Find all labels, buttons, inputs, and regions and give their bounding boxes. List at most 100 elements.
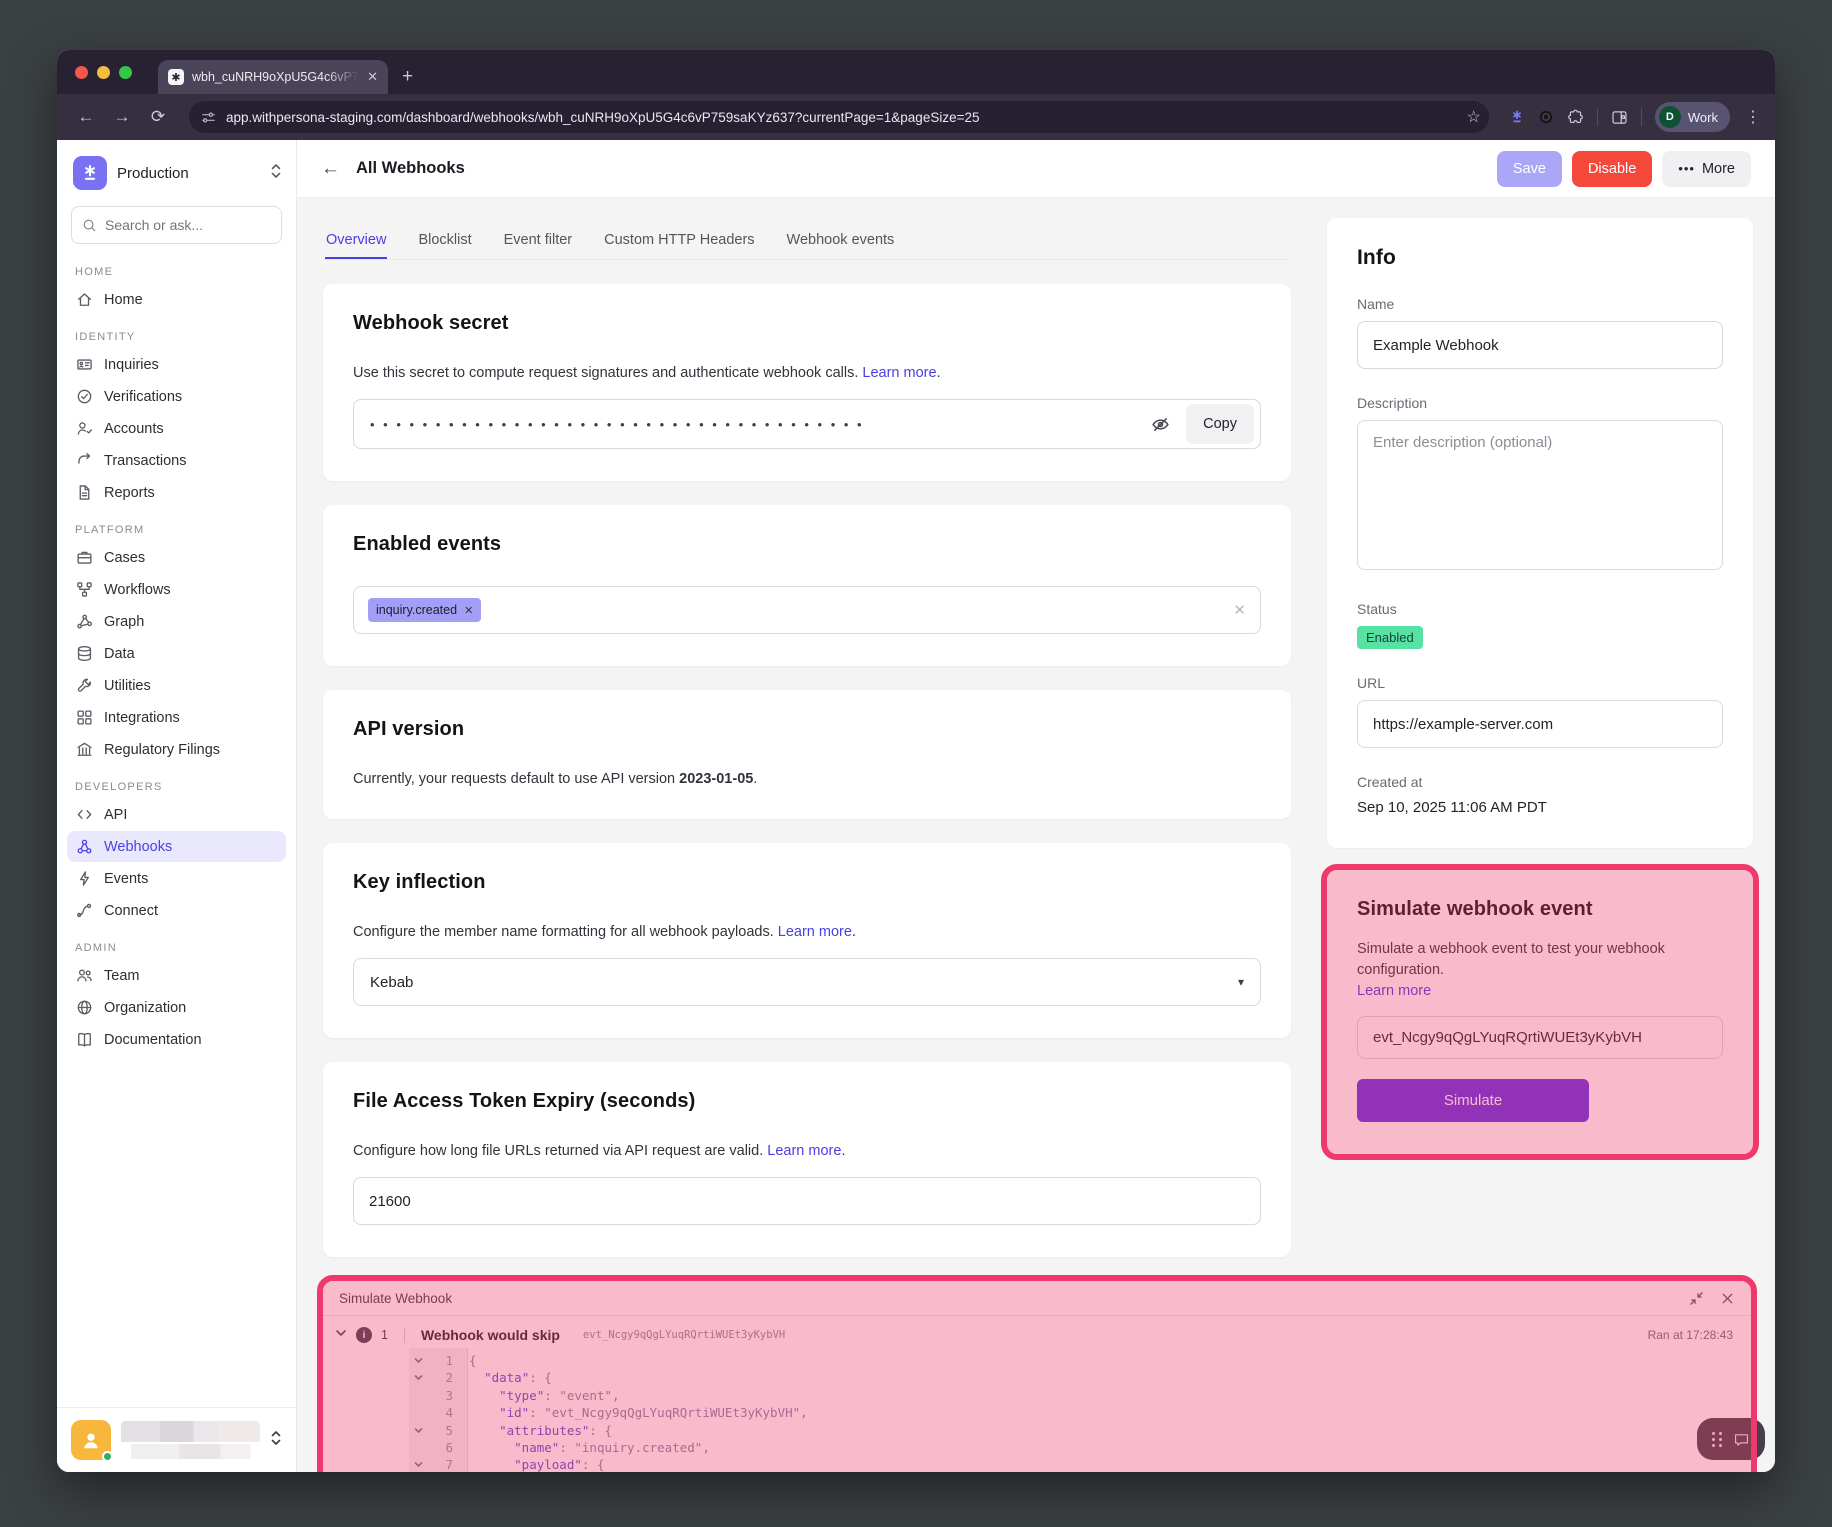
sidebar-item-verifications[interactable]: Verifications [67, 381, 286, 412]
fold-caret-icon[interactable] [409, 1352, 427, 1369]
disable-button[interactable]: Disable [1572, 151, 1652, 187]
code-text: "name": "inquiry.created", [453, 1439, 710, 1456]
simulate-button[interactable]: Simulate [1357, 1079, 1589, 1122]
tab-overview[interactable]: Overview [325, 226, 387, 259]
floating-widget[interactable] [1697, 1418, 1765, 1460]
forward-icon[interactable]: → [107, 102, 137, 132]
persona-extension-icon[interactable] [1509, 109, 1525, 125]
learn-more-link[interactable]: Learn more [778, 924, 852, 940]
eye-off-icon[interactable] [1147, 415, 1174, 434]
clear-events-icon[interactable]: ✕ [1233, 601, 1246, 619]
console-result-row[interactable]: i 1 Webhook would skip evt_Ncgy9qQgLYuqR… [323, 1316, 1751, 1346]
key-inflection-select[interactable]: Kebab ▾ [353, 958, 1261, 1006]
bookmark-star-icon[interactable]: ☆ [1467, 107, 1481, 127]
browser-menu-icon[interactable]: ⋮ [1745, 107, 1761, 127]
sidebar-item-label: Workflows [104, 582, 171, 598]
zoom-window-button[interactable] [119, 66, 132, 79]
sidebar-item-graph[interactable]: Graph [67, 606, 286, 637]
page-title: All Webhooks [356, 159, 1487, 178]
workspace-switcher[interactable]: Production [57, 140, 296, 200]
collapse-icon[interactable] [1689, 1291, 1704, 1306]
sidebar-item-inquiries[interactable]: Inquiries [67, 349, 286, 380]
window-controls[interactable] [75, 50, 132, 94]
url-input[interactable] [1357, 700, 1723, 748]
site-info-icon[interactable] [201, 110, 216, 125]
fold-caret-icon[interactable] [409, 1456, 427, 1472]
side-panel-search-icon[interactable] [1611, 109, 1628, 126]
name-input[interactable] [1357, 321, 1723, 369]
code-line: 1{ [409, 1352, 1751, 1369]
fold-caret-icon[interactable] [409, 1369, 427, 1386]
app-root: Production HOMEHomeIDENTITYInquiriesVeri… [57, 140, 1775, 1472]
token-expiry-input[interactable] [353, 1177, 1261, 1225]
drag-handle-icon[interactable] [1712, 1432, 1723, 1447]
browser-tab[interactable]: ✱ wbh_cuNRH9oXpU5G4c6vP7 ✕ [158, 60, 388, 94]
chat-bubble-icon[interactable] [1733, 1431, 1750, 1448]
minimize-window-button[interactable] [97, 66, 110, 79]
save-button[interactable]: Save [1497, 151, 1562, 187]
close-console-icon[interactable] [1720, 1291, 1735, 1306]
copy-button[interactable]: Copy [1186, 404, 1254, 444]
fold-caret-icon[interactable] [409, 1422, 427, 1439]
sidebar-item-events[interactable]: Events [67, 863, 286, 894]
sidebar-item-webhooks[interactable]: Webhooks [67, 831, 286, 862]
sidebar-item-connect[interactable]: Connect [67, 895, 286, 926]
learn-more-link[interactable]: Learn more [862, 365, 936, 381]
sidebar-search[interactable] [71, 206, 282, 244]
new-tab-button[interactable]: + [402, 66, 413, 88]
sidebar-item-workflows[interactable]: Workflows [67, 574, 286, 605]
sidebar-item-integrations[interactable]: Integrations [67, 702, 286, 733]
tab-custom-http-headers[interactable]: Custom HTTP Headers [603, 226, 755, 259]
sidebar-item-home[interactable]: Home [67, 284, 286, 315]
sidebar-item-data[interactable]: Data [67, 638, 286, 669]
search-input[interactable] [105, 217, 271, 233]
close-window-button[interactable] [75, 66, 88, 79]
tab-title: wbh_cuNRH9oXpU5G4c6vP7 [192, 70, 359, 84]
card-title: API version [353, 718, 1261, 741]
sidebar-footer[interactable] [57, 1407, 296, 1472]
console-highlight: Simulate Webhook i [323, 1281, 1751, 1472]
sidebar-item-label: Transactions [104, 453, 186, 469]
back-arrow-icon[interactable]: ← [321, 158, 340, 180]
masked-secret: • • • • • • • • • • • • • • • • • • • • … [370, 418, 1135, 431]
code-icon [76, 806, 93, 823]
database-icon [76, 645, 93, 662]
extensions-puzzle-icon[interactable] [1567, 109, 1584, 126]
sidebar-item-label: Webhooks [104, 839, 172, 855]
dark-circle-extension-icon[interactable] [1538, 109, 1554, 125]
tab-close-icon[interactable]: ✕ [367, 69, 378, 85]
tab-webhook-events[interactable]: Webhook events [786, 226, 896, 259]
card-icon [76, 356, 93, 373]
reload-icon[interactable]: ⟳ [143, 102, 173, 132]
sidebar-item-reports[interactable]: Reports [67, 477, 286, 508]
remove-chip-icon[interactable]: ✕ [464, 604, 473, 617]
sidebar-item-organization[interactable]: Organization [67, 992, 286, 1023]
browser-profile-chip[interactable]: D Work [1655, 102, 1730, 132]
address-bar[interactable]: app.withpersona-staging.com/dashboard/we… [189, 101, 1489, 133]
sidebar-item-api[interactable]: API [67, 799, 286, 830]
fold-caret-icon [409, 1404, 427, 1421]
chevron-up-down-icon[interactable] [270, 1429, 282, 1452]
sidebar-item-regulatory-filings[interactable]: Regulatory Filings [67, 734, 286, 765]
sidebar-item-documentation[interactable]: Documentation [67, 1024, 286, 1055]
description-input[interactable] [1357, 420, 1723, 570]
page-header: ← All Webhooks Save Disable •••More [297, 140, 1775, 198]
more-button[interactable]: •••More [1662, 151, 1751, 187]
tab-event-filter[interactable]: Event filter [503, 226, 574, 259]
sidebar-item-cases[interactable]: Cases [67, 542, 286, 573]
simulate-event-id-input[interactable] [1357, 1016, 1723, 1059]
sidebar-item-team[interactable]: Team [67, 960, 286, 991]
learn-more-link[interactable]: Learn more [1357, 983, 1431, 999]
chevron-down-icon[interactable] [335, 1326, 347, 1344]
main-column: Overview Blocklist Event filter Custom HTTP… [323, 218, 1291, 1257]
back-icon[interactable]: ← [71, 102, 101, 132]
sidebar-item-transactions[interactable]: Transactions [67, 445, 286, 476]
sidebar-item-utilities[interactable]: Utilities [67, 670, 286, 701]
sidebar-section-label: ADMIN [75, 942, 278, 954]
enabled-events-field[interactable]: inquiry.created✕ ✕ [353, 586, 1261, 634]
event-chip[interactable]: inquiry.created✕ [368, 598, 481, 622]
tab-blocklist[interactable]: Blocklist [417, 226, 472, 259]
sidebar-item-accounts[interactable]: Accounts [67, 413, 286, 444]
toolbar-divider [1641, 108, 1642, 126]
learn-more-link[interactable]: Learn more [767, 1143, 841, 1159]
